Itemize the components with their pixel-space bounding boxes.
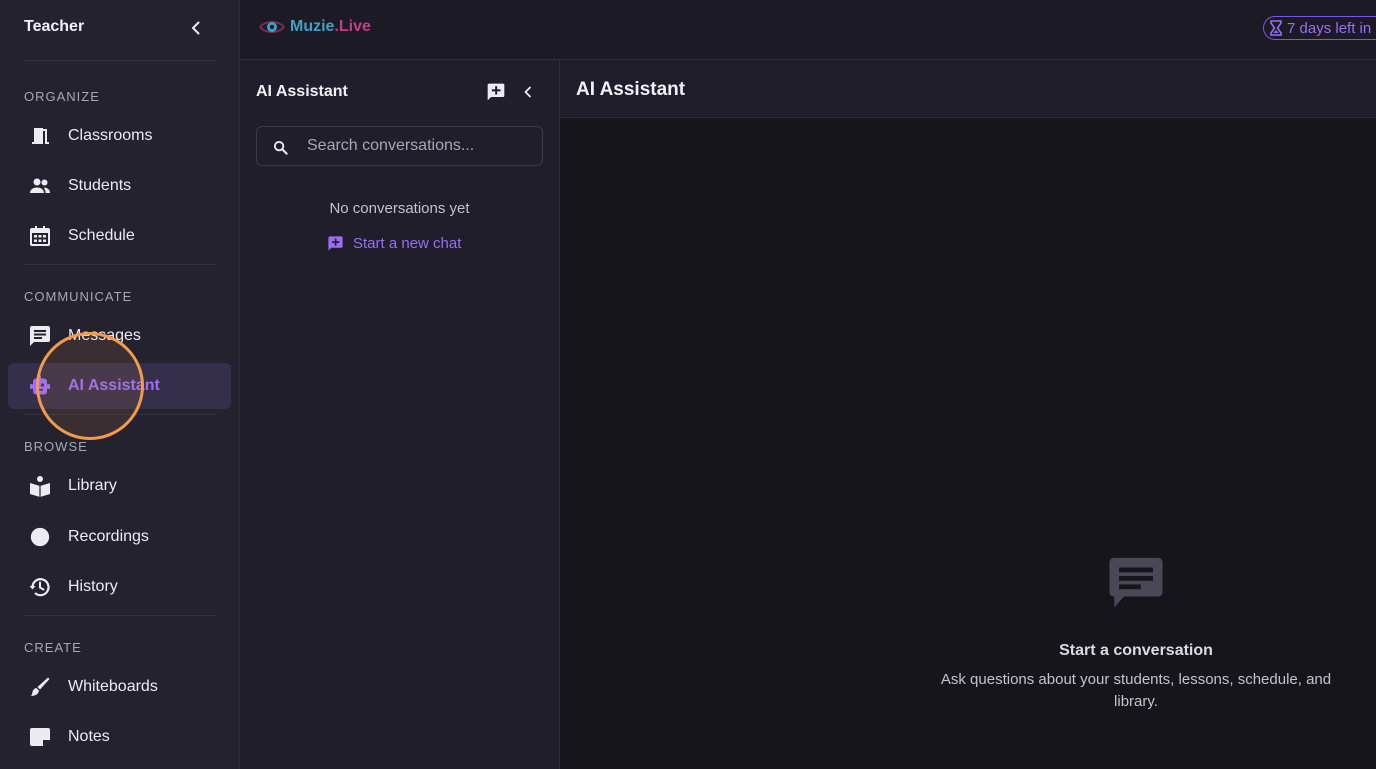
sidebar-item-recordings[interactable]: Recordings	[8, 514, 231, 560]
sidebar-item-history[interactable]: History	[8, 564, 231, 610]
sidebar-item-library[interactable]: Library	[8, 463, 231, 509]
trial-badge-label: 7 days left in	[1287, 19, 1372, 37]
app-logo-text: Muzie.Live	[290, 18, 371, 36]
note-icon	[28, 725, 52, 749]
eye-logo-icon	[259, 21, 285, 33]
section-browse: BROWSE	[24, 439, 88, 454]
search-icon	[271, 138, 289, 156]
add-chat-icon	[328, 236, 343, 251]
chevron-left-icon	[192, 21, 200, 35]
robot-icon	[28, 374, 52, 398]
chat-header: AI Assistant	[560, 60, 1376, 118]
sidebar-header: Teacher	[0, 0, 240, 56]
top-bar: Muzie.Live 7 days left in	[240, 0, 1376, 60]
empty-conversations-text: No conversations yet	[329, 200, 470, 217]
trial-badge[interactable]: 7 days left in	[1263, 16, 1376, 40]
people-icon	[28, 174, 52, 198]
conversation-panel: AI Assistant No conversations yet Start …	[240, 60, 560, 769]
app-logo[interactable]: Muzie.Live	[258, 15, 371, 39]
sidebar-item-label: Library	[68, 477, 117, 494]
book-reader-icon	[28, 474, 52, 498]
calendar-icon	[28, 224, 52, 248]
hourglass-icon	[1270, 20, 1282, 36]
add-chat-icon	[487, 83, 505, 101]
logo-text-main: Muzie	[290, 18, 335, 35]
sidebar-item-label: Schedule	[68, 227, 135, 244]
sidebar-item-label: Notes	[68, 728, 110, 745]
section-organize: ORGANIZE	[24, 89, 100, 104]
logo-text-suffix: .Live	[334, 18, 371, 35]
divider	[24, 264, 216, 265]
sidebar-item-whiteboards[interactable]: Whiteboards	[8, 664, 231, 710]
chat-icon	[28, 324, 52, 348]
chevron-left-icon	[524, 86, 531, 98]
sidebar-item-label: Recordings	[68, 528, 149, 545]
sidebar-item-classrooms[interactable]: Classrooms	[8, 113, 231, 159]
sidebar-item-notes[interactable]: Notes	[8, 714, 231, 760]
sidebar-item-label: History	[68, 578, 118, 595]
search-conversations[interactable]	[256, 126, 543, 166]
sidebar: Teacher ORGANIZE Classrooms Students Sch…	[0, 0, 240, 769]
conversation-panel-title: AI Assistant	[256, 83, 348, 100]
chat-body: Start a conversation Ask questions about…	[560, 118, 1376, 769]
chat-bubble-icon	[1109, 557, 1163, 608]
divider	[24, 60, 216, 61]
chat-title: AI Assistant	[576, 79, 686, 100]
door-icon	[28, 124, 52, 148]
start-new-chat-label: Start a new chat	[353, 235, 462, 252]
start-new-chat-link[interactable]: Start a new chat	[327, 235, 461, 252]
divider	[24, 615, 216, 616]
sidebar-item-label: AI Assistant	[68, 377, 160, 394]
sidebar-item-label: Classrooms	[68, 127, 153, 144]
collapse-panel-button[interactable]	[517, 81, 539, 103]
brush-icon	[28, 675, 52, 699]
chat-empty-state: Start a conversation Ask questions about…	[926, 553, 1346, 713]
sidebar-item-schedule[interactable]: Schedule	[8, 213, 231, 259]
sidebar-item-ai-assistant[interactable]: AI Assistant	[8, 363, 231, 409]
empty-state-description: Ask questions about your students, lesso…	[940, 671, 1332, 710]
sidebar-item-students[interactable]: Students	[8, 163, 231, 209]
section-communicate: COMMUNICATE	[24, 289, 133, 304]
divider	[24, 414, 216, 415]
history-icon	[28, 575, 52, 599]
sidebar-item-label: Students	[68, 177, 132, 194]
sidebar-item-messages[interactable]: Messages	[8, 313, 231, 359]
sidebar-collapse-button[interactable]	[184, 16, 208, 40]
sidebar-item-label: Messages	[68, 327, 141, 344]
search-input[interactable]	[307, 127, 537, 165]
sidebar-item-label: Whiteboards	[68, 678, 158, 695]
new-chat-button[interactable]	[485, 81, 507, 103]
section-create: CREATE	[24, 640, 82, 655]
empty-state-title: Start a conversation	[1059, 642, 1213, 659]
record-icon	[28, 525, 52, 549]
sidebar-title: Teacher	[24, 18, 85, 35]
